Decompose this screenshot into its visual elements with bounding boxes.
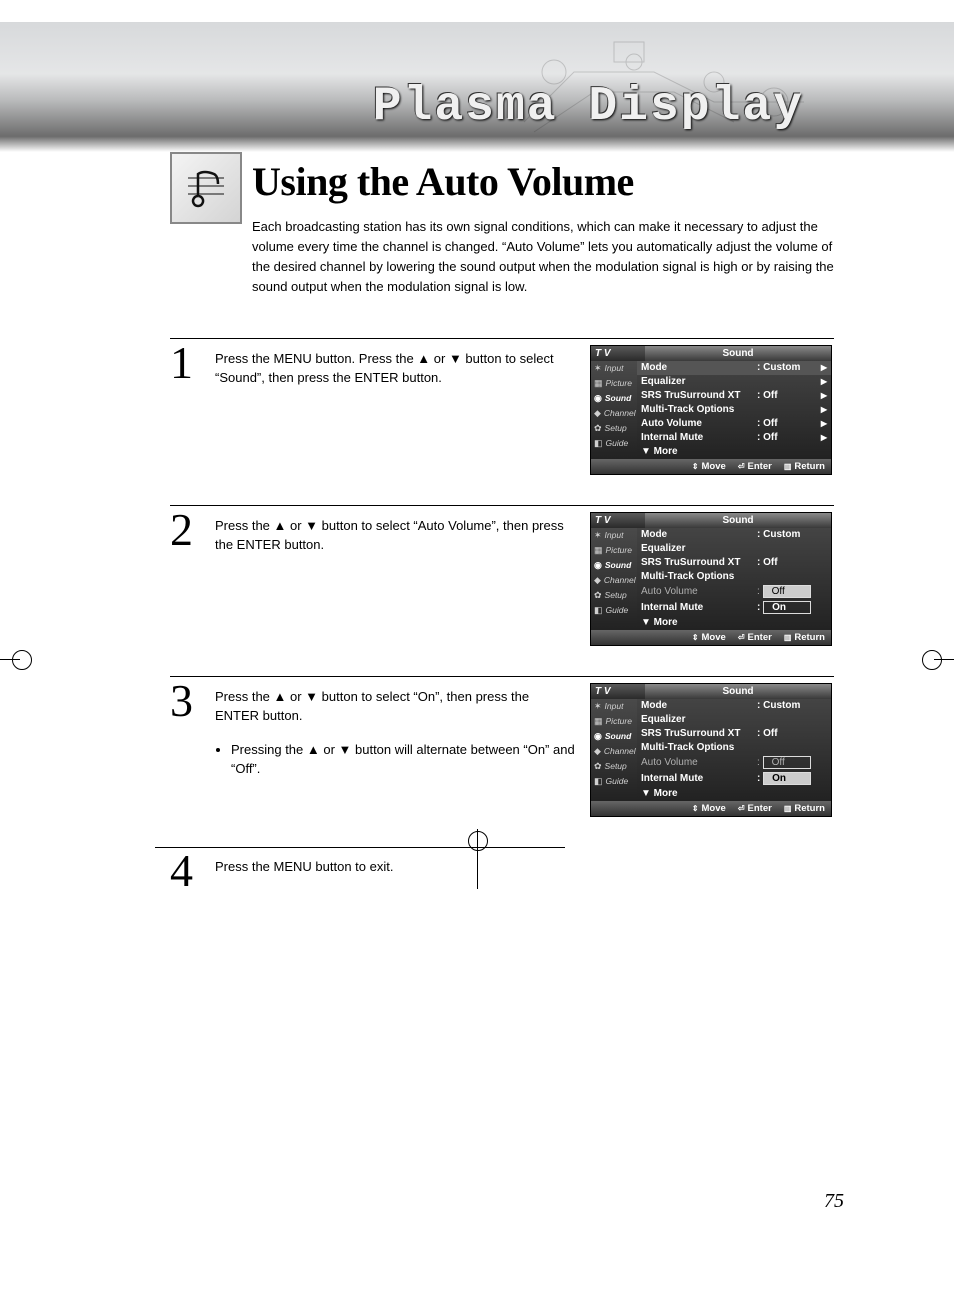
band-title: Plasma Display [373, 80, 804, 134]
step-number: 4 [170, 853, 200, 890]
osd-screenshot-1: T VSound ✶Input ▦Picture ◉Sound ◆Channel… [590, 345, 832, 475]
step-number: 1 [170, 345, 200, 382]
osd-screenshot-3: T VSound ✶Input ▦Picture ◉Sound ◆Channel… [590, 683, 832, 817]
page-number: 75 [824, 1190, 844, 1213]
hero-band: Plasma Display [0, 22, 954, 152]
step-3: 3 Press the ▲ or ▼ button to select “On”… [170, 676, 834, 817]
page-title: Using the Auto Volume [252, 158, 834, 205]
step-text: Press the MENU button. Press the ▲ or ▼ … [215, 345, 575, 388]
step-text: Press the ▲ or ▼ button to select “Auto … [215, 512, 575, 555]
step-text: Press the ▲ or ▼ button to select “On”, … [215, 683, 575, 779]
step-number: 2 [170, 512, 200, 549]
step-text: Press the MENU button to exit. [215, 853, 575, 877]
intro-text: Each broadcasting station has its own si… [252, 217, 834, 298]
step-number: 3 [170, 683, 200, 720]
step-1: 1 Press the MENU button. Press the ▲ or … [170, 338, 834, 475]
step-4: 4 Press the MENU button to exit. [170, 847, 834, 890]
osd-screenshot-2: T VSound ✶Input ▦Picture ◉Sound ◆Channel… [590, 512, 832, 646]
step-2: 2 Press the ▲ or ▼ button to select “Aut… [170, 505, 834, 646]
